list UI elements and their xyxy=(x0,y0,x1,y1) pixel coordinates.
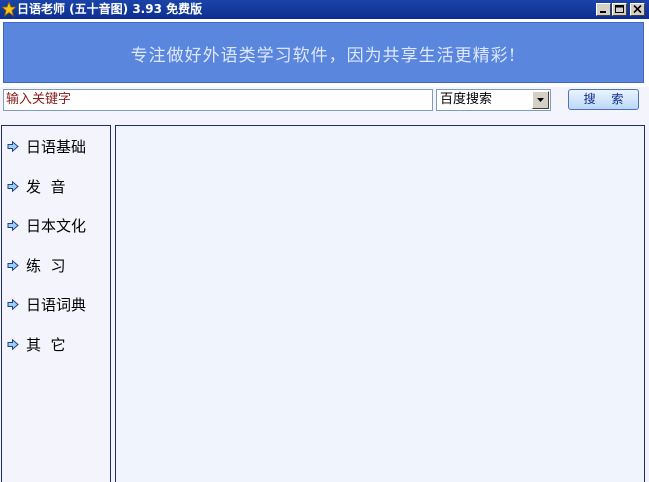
arrow-right-icon xyxy=(7,141,19,152)
arrow-right-icon xyxy=(7,299,19,310)
arrow-right-icon xyxy=(7,260,19,271)
close-button[interactable] xyxy=(630,3,645,16)
search-engine-select[interactable]: 百度搜索 xyxy=(436,89,551,111)
banner: 专注做好外语类学习软件，因为共享生活更精彩! xyxy=(3,22,644,83)
banner-slogan: 专注做好外语类学习软件，因为共享生活更精彩! xyxy=(130,46,517,66)
keyword-search-input[interactable]: 输入关键字 xyxy=(3,89,433,111)
content-pane[interactable] xyxy=(115,125,645,482)
search-button[interactable]: 搜 索 xyxy=(568,89,639,110)
sidebar-item-label: 日语词典 xyxy=(26,296,87,314)
minimize-icon xyxy=(600,11,606,13)
dropdown-button[interactable] xyxy=(532,91,549,109)
title-bar[interactable]: 日语老师 (五十音图) 3.93 免费版 xyxy=(0,0,649,19)
sidebar-item-label: 练 习 xyxy=(26,257,66,275)
search-engine-value: 百度搜索 xyxy=(440,92,493,107)
sidebar: 日语基础 发 音 日本文化 练 习 日语词典 其 它 xyxy=(1,125,111,482)
window-title: 日语老师 (五十音图) 3.93 免费版 xyxy=(17,2,203,16)
sidebar-item-dictionary[interactable]: 日语词典 xyxy=(2,294,110,316)
star-icon xyxy=(1,1,17,17)
sidebar-item-japanese-culture[interactable]: 日本文化 xyxy=(2,215,110,237)
arrow-right-icon xyxy=(7,181,19,192)
sidebar-item-japanese-basics[interactable]: 日语基础 xyxy=(2,136,110,158)
arrow-right-icon xyxy=(7,339,19,350)
sidebar-item-label: 发 音 xyxy=(26,178,66,196)
sidebar-item-practice[interactable]: 练 习 xyxy=(2,255,110,277)
sidebar-item-pronunciation[interactable]: 发 音 xyxy=(2,176,110,198)
sidebar-item-label: 日本文化 xyxy=(26,217,87,235)
minimize-button[interactable] xyxy=(596,3,611,16)
chevron-down-icon xyxy=(537,98,544,102)
maximize-icon xyxy=(615,5,624,13)
sidebar-item-label: 日语基础 xyxy=(26,138,87,156)
close-icon xyxy=(633,5,642,14)
sidebar-item-label: 其 它 xyxy=(26,336,66,354)
maximize-button[interactable] xyxy=(612,3,627,16)
sidebar-item-other[interactable]: 其 它 xyxy=(2,334,110,356)
arrow-right-icon xyxy=(7,220,19,231)
